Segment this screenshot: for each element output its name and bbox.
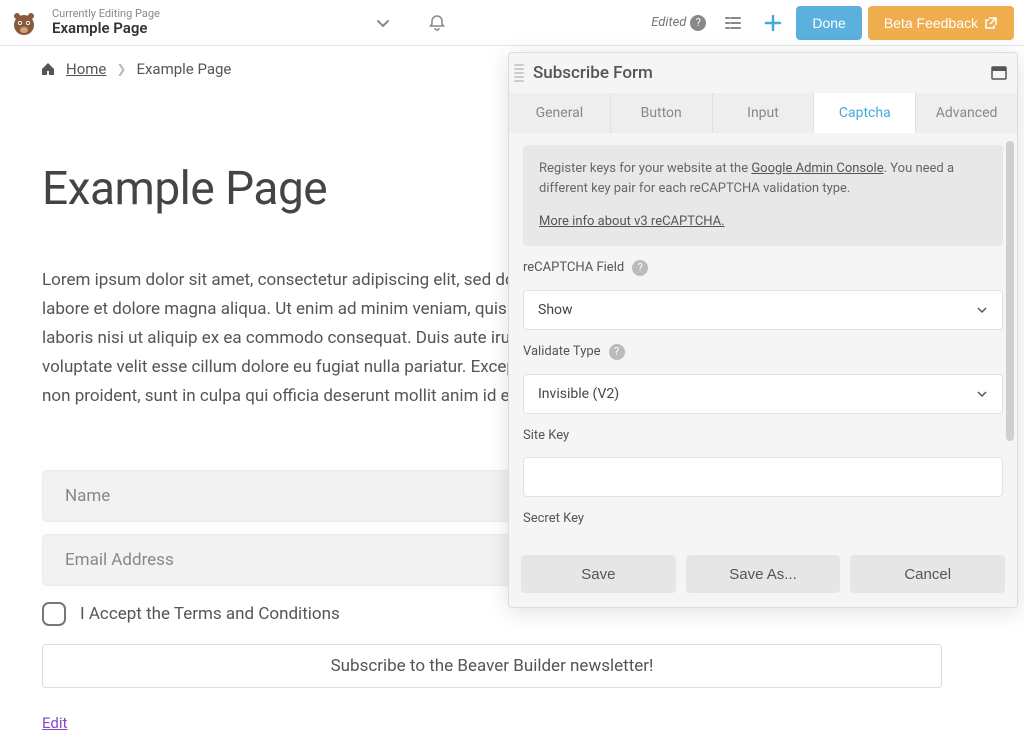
help-icon[interactable]: ? bbox=[609, 344, 625, 360]
recaptcha-field-select[interactable]: Show bbox=[523, 290, 1003, 330]
panel-footer: Save Save As... Cancel bbox=[509, 545, 1017, 607]
panel-body: Register keys for your website at the Go… bbox=[509, 133, 1017, 545]
tab-general[interactable]: General bbox=[509, 93, 611, 133]
chevron-down-icon[interactable] bbox=[366, 6, 400, 40]
tab-button[interactable]: Button bbox=[611, 93, 713, 133]
beaver-logo bbox=[8, 7, 40, 39]
outline-icon[interactable] bbox=[716, 6, 750, 40]
subscribe-button[interactable]: Subscribe to the Beaver Builder newslett… bbox=[42, 644, 942, 688]
window-mode-icon[interactable] bbox=[991, 66, 1007, 80]
panel-title: Subscribe Form bbox=[533, 63, 653, 83]
tab-captcha[interactable]: Captcha bbox=[814, 93, 916, 133]
page-selector[interactable]: Currently Editing Page Example Page bbox=[52, 8, 160, 37]
breadcrumb-home[interactable]: Home bbox=[66, 60, 106, 78]
settings-panel: Subscribe Form General Button Input Capt… bbox=[508, 52, 1018, 608]
feedback-button[interactable]: Beta Feedback bbox=[868, 6, 1014, 40]
save-as-button[interactable]: Save As... bbox=[686, 555, 841, 593]
page-title-small: Example Page bbox=[52, 20, 160, 37]
validate-type-select[interactable]: Invisible (V2) bbox=[523, 374, 1003, 414]
external-link-icon bbox=[984, 16, 998, 30]
terms-checkbox[interactable] bbox=[42, 602, 66, 626]
validate-type-label: Validate Type ? bbox=[523, 344, 1003, 360]
notice-box: Register keys for your website at the Go… bbox=[523, 145, 1003, 246]
save-button[interactable]: Save bbox=[521, 555, 676, 593]
more-info-link[interactable]: More info about v3 reCAPTCHA. bbox=[539, 212, 987, 232]
done-button[interactable]: Done bbox=[796, 6, 861, 40]
drag-handle-icon[interactable] bbox=[509, 53, 529, 93]
edited-status: Edited ? bbox=[651, 15, 706, 31]
secret-key-label: Secret Key bbox=[523, 511, 1003, 526]
scrollbar[interactable] bbox=[1006, 141, 1014, 441]
cancel-button[interactable]: Cancel bbox=[850, 555, 1005, 593]
recaptcha-field-label: reCAPTCHA Field ? bbox=[523, 260, 1003, 276]
panel-header: Subscribe Form bbox=[509, 53, 1017, 93]
plus-icon[interactable] bbox=[756, 6, 790, 40]
help-icon[interactable]: ? bbox=[690, 15, 706, 31]
bell-icon[interactable] bbox=[420, 6, 454, 40]
panel-tabs: General Button Input Captcha Advanced bbox=[509, 93, 1017, 133]
site-key-label: Site Key bbox=[523, 428, 1003, 443]
chevron-down-icon bbox=[976, 304, 988, 316]
help-icon[interactable]: ? bbox=[632, 260, 648, 276]
site-key-input[interactable] bbox=[523, 457, 1003, 497]
tab-advanced[interactable]: Advanced bbox=[916, 93, 1017, 133]
chevron-right-icon: ❯ bbox=[116, 62, 126, 76]
top-bar: Currently Editing Page Example Page Edit… bbox=[0, 0, 1024, 46]
home-icon[interactable] bbox=[40, 61, 56, 77]
edit-link[interactable]: Edit bbox=[42, 714, 67, 732]
admin-console-link[interactable]: Google Admin Console bbox=[751, 161, 883, 176]
breadcrumb-current: Example Page bbox=[136, 60, 231, 78]
terms-label: I Accept the Terms and Conditions bbox=[80, 604, 340, 624]
tab-input[interactable]: Input bbox=[713, 93, 815, 133]
chevron-down-icon bbox=[976, 388, 988, 400]
